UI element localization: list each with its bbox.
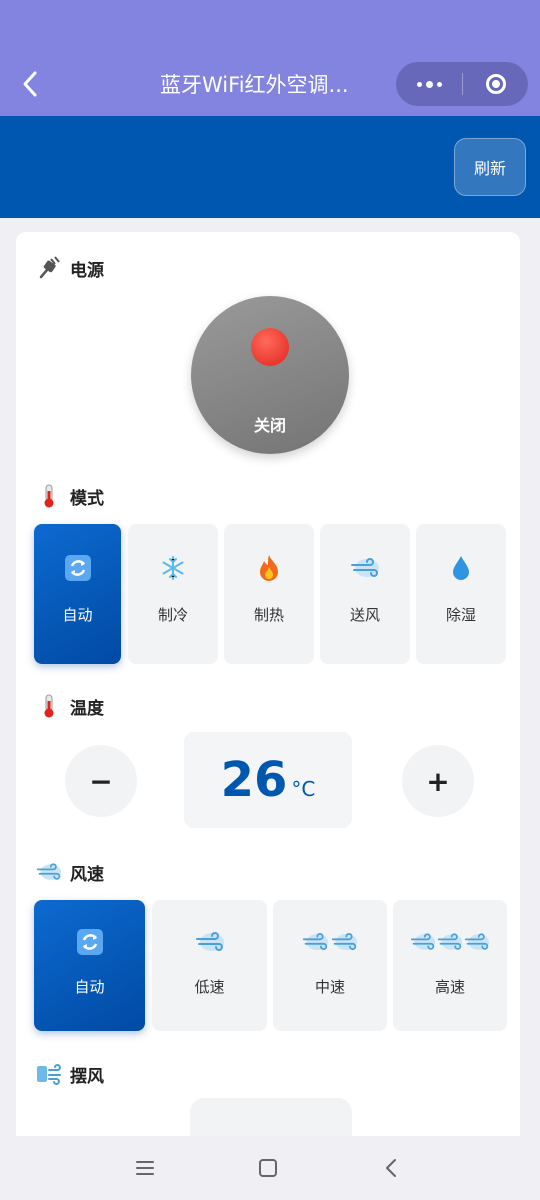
mode-label-cool: 制冷 <box>157 606 188 624</box>
fan-speed-label-high: 高速 <box>434 978 465 996</box>
thermometer-icon <box>36 693 62 719</box>
page-title: 蓝牙WiFi红外空调... <box>160 73 349 97</box>
menu-icon <box>136 1161 154 1175</box>
temperature-value: 26 <box>220 752 288 808</box>
swing-section-title: 摆风 <box>36 1059 104 1089</box>
control-panel-card: 电源 关闭 模式 自动 制冷 制热 送风 除湿 温度 − 26 °C + 风速 … <box>16 232 520 1136</box>
mode-option-cool[interactable]: 制冷 <box>128 524 218 664</box>
temperature-section-label: 温度 <box>70 698 104 719</box>
plug-icon <box>36 255 62 281</box>
droplet-icon <box>451 554 471 582</box>
square-icon <box>259 1159 277 1177</box>
mode-option-fan[interactable]: 送风 <box>320 524 410 664</box>
wind-icon <box>36 859 62 885</box>
power-toggle-button[interactable]: 关闭 <box>191 296 349 454</box>
wind-icon-x2 <box>302 928 358 956</box>
thermometer-icon <box>36 483 62 509</box>
target-icon <box>485 74 506 94</box>
mode-label-fan: 送风 <box>349 606 380 624</box>
fan-speed-label-auto: 自动 <box>74 978 105 996</box>
temperature-decrease-button[interactable]: − <box>65 745 137 817</box>
mini-program-capsule <box>396 62 528 106</box>
mode-option-auto[interactable]: 自动 <box>34 524 121 664</box>
fire-icon <box>257 554 281 582</box>
auto-cycle-icon <box>76 928 104 956</box>
power-section-label: 电源 <box>70 260 104 281</box>
chevron-left-icon <box>23 71 37 97</box>
mode-label-heat: 制热 <box>253 606 284 624</box>
power-status-indicator <box>251 328 289 366</box>
more-dots-icon <box>416 80 442 88</box>
snowflake-icon <box>160 554 186 582</box>
system-back-button[interactable] <box>371 1150 411 1186</box>
mode-section-title: 模式 <box>36 481 104 511</box>
fan-speed-option-high[interactable]: 高速 <box>393 900 507 1031</box>
fan-speed-option-auto[interactable]: 自动 <box>34 900 145 1031</box>
fan-speed-section-label: 风速 <box>70 864 104 885</box>
temperature-unit: °C <box>291 777 316 801</box>
swing-toggle-button[interactable] <box>190 1098 352 1136</box>
swing-wind-icon <box>36 1061 62 1087</box>
swing-section-label: 摆风 <box>70 1066 104 1087</box>
mode-label-dry: 除湿 <box>445 606 476 624</box>
close-mini-program-button[interactable] <box>463 62 528 106</box>
wind-icon <box>350 554 380 582</box>
back-button[interactable] <box>14 66 46 102</box>
temperature-increase-button[interactable]: + <box>402 745 474 817</box>
more-menu-button[interactable] <box>396 62 462 106</box>
mode-section-label: 模式 <box>70 488 104 509</box>
mode-option-heat[interactable]: 制热 <box>224 524 314 664</box>
auto-cycle-icon <box>64 554 92 582</box>
recent-apps-button[interactable] <box>125 1150 165 1186</box>
fan-speed-section-title: 风速 <box>36 857 104 887</box>
refresh-button[interactable]: 刷新 <box>454 138 526 196</box>
fan-speed-option-medium[interactable]: 中速 <box>273 900 387 1031</box>
mode-label-auto: 自动 <box>62 606 93 624</box>
system-navigation-bar <box>0 1136 540 1200</box>
wind-icon-x3 <box>410 928 490 956</box>
power-section-title: 电源 <box>36 253 104 283</box>
power-state-label: 关闭 <box>253 416 286 435</box>
mode-option-dry[interactable]: 除湿 <box>416 524 506 664</box>
fan-speed-label-medium: 中速 <box>314 978 345 996</box>
wind-icon <box>195 928 225 956</box>
fan-speed-label-low: 低速 <box>194 978 225 996</box>
temperature-section-title: 温度 <box>36 691 104 721</box>
fan-speed-option-low[interactable]: 低速 <box>152 900 267 1031</box>
top-navigation-bar: 蓝牙WiFi红外空调... <box>0 0 540 116</box>
chevron-left-icon <box>386 1159 396 1177</box>
home-button[interactable] <box>248 1150 288 1186</box>
temperature-display: 26 °C <box>184 732 352 828</box>
